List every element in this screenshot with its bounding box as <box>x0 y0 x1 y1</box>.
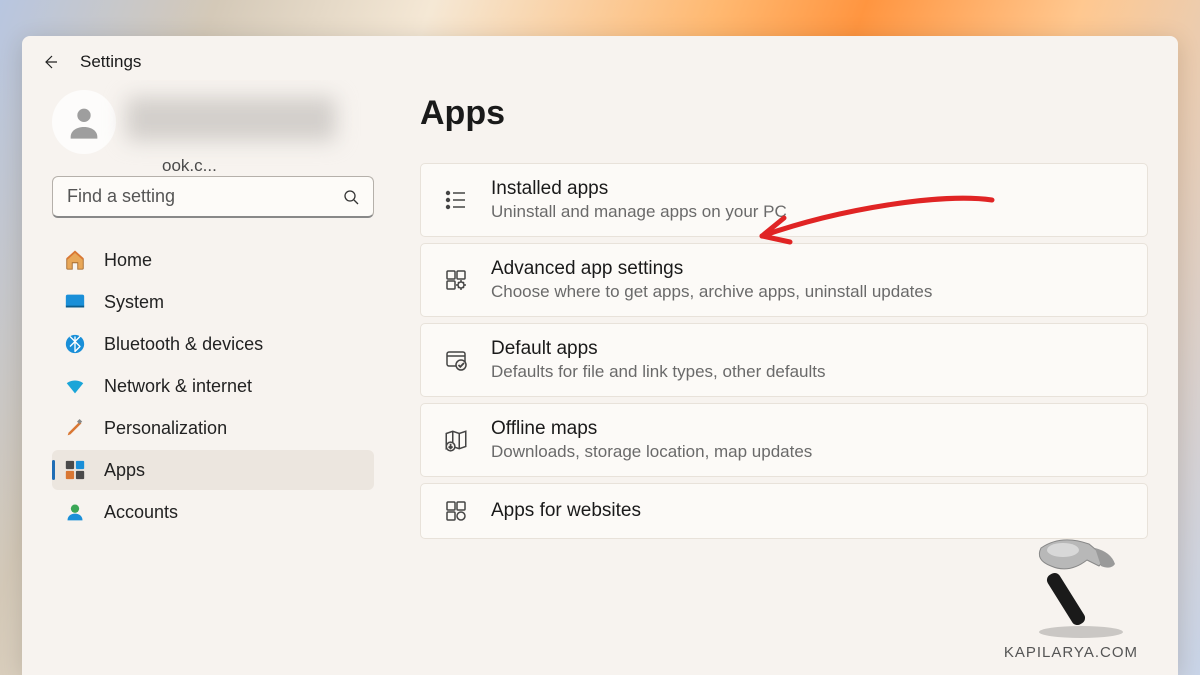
sidebar-item-label: Network & internet <box>104 376 252 397</box>
option-text: Advanced app settings Choose where to ge… <box>491 258 932 302</box>
sidebar-item-label: Home <box>104 250 152 271</box>
settings-window: Settings ook.c... <box>22 36 1178 675</box>
sidebar-item-label: System <box>104 292 164 313</box>
profile-name-redacted <box>126 97 336 141</box>
option-title: Apps for websites <box>491 500 641 522</box>
option-desc: Choose where to get apps, archive apps, … <box>491 282 932 302</box>
option-desc: Uninstall and manage apps on your PC <box>491 202 787 222</box>
main-panel: Apps Installed apps Uninstall and manage… <box>392 80 1178 675</box>
sidebar-item-label: Personalization <box>104 418 227 439</box>
sidebar: ook.c... Home System <box>22 80 392 675</box>
system-icon <box>64 291 86 313</box>
content-area: ook.c... Home System <box>22 80 1178 675</box>
option-title: Offline maps <box>491 418 812 440</box>
person-icon <box>64 102 104 142</box>
option-text: Installed apps Uninstall and manage apps… <box>491 178 787 222</box>
option-installed-apps[interactable]: Installed apps Uninstall and manage apps… <box>420 163 1148 237</box>
options-list: Installed apps Uninstall and manage apps… <box>420 163 1148 539</box>
window-title: Settings <box>80 52 141 72</box>
apps-icon <box>64 459 86 481</box>
sidebar-item-network[interactable]: Network & internet <box>52 366 374 406</box>
option-text: Apps for websites <box>491 500 641 522</box>
option-text: Default apps Defaults for file and link … <box>491 338 826 382</box>
option-apps-for-websites[interactable]: Apps for websites <box>420 483 1148 539</box>
app-gear-icon <box>443 267 469 293</box>
nav-list: Home System Bluetooth & devices <box>52 240 374 532</box>
sidebar-item-label: Bluetooth & devices <box>104 334 263 355</box>
window-check-icon <box>443 347 469 373</box>
profile-text <box>126 97 374 147</box>
option-desc: Defaults for file and link types, other … <box>491 362 826 382</box>
search-box[interactable] <box>52 176 374 218</box>
map-download-icon <box>443 427 469 453</box>
home-icon <box>64 249 86 271</box>
wifi-icon <box>64 375 86 397</box>
sidebar-item-accounts[interactable]: Accounts <box>52 492 374 532</box>
sidebar-item-personalization[interactable]: Personalization <box>52 408 374 448</box>
search-input[interactable] <box>67 186 343 207</box>
option-text: Offline maps Downloads, storage location… <box>491 418 812 462</box>
sidebar-item-label: Accounts <box>104 502 178 523</box>
sidebar-item-bluetooth[interactable]: Bluetooth & devices <box>52 324 374 364</box>
paintbrush-icon <box>64 417 86 439</box>
option-default-apps[interactable]: Default apps Defaults for file and link … <box>420 323 1148 397</box>
arrow-left-icon <box>42 54 58 70</box>
option-title: Default apps <box>491 338 826 360</box>
sidebar-item-apps[interactable]: Apps <box>52 450 374 490</box>
option-desc: Downloads, storage location, map updates <box>491 442 812 462</box>
profile-email-fragment: ook.c... <box>162 156 374 176</box>
option-title: Installed apps <box>491 178 787 200</box>
bluetooth-icon <box>64 333 86 355</box>
sidebar-item-system[interactable]: System <box>52 282 374 322</box>
titlebar: Settings <box>22 36 1178 80</box>
app-link-icon <box>443 498 469 524</box>
search-icon <box>343 189 359 205</box>
accounts-icon <box>64 501 86 523</box>
option-offline-maps[interactable]: Offline maps Downloads, storage location… <box>420 403 1148 477</box>
avatar <box>52 90 116 154</box>
back-button[interactable] <box>42 54 58 70</box>
list-icon <box>443 187 469 213</box>
profile-section[interactable] <box>52 90 374 154</box>
option-advanced-app-settings[interactable]: Advanced app settings Choose where to ge… <box>420 243 1148 317</box>
option-title: Advanced app settings <box>491 258 932 280</box>
sidebar-item-label: Apps <box>104 460 145 481</box>
page-title: Apps <box>420 94 1148 133</box>
sidebar-item-home[interactable]: Home <box>52 240 374 280</box>
